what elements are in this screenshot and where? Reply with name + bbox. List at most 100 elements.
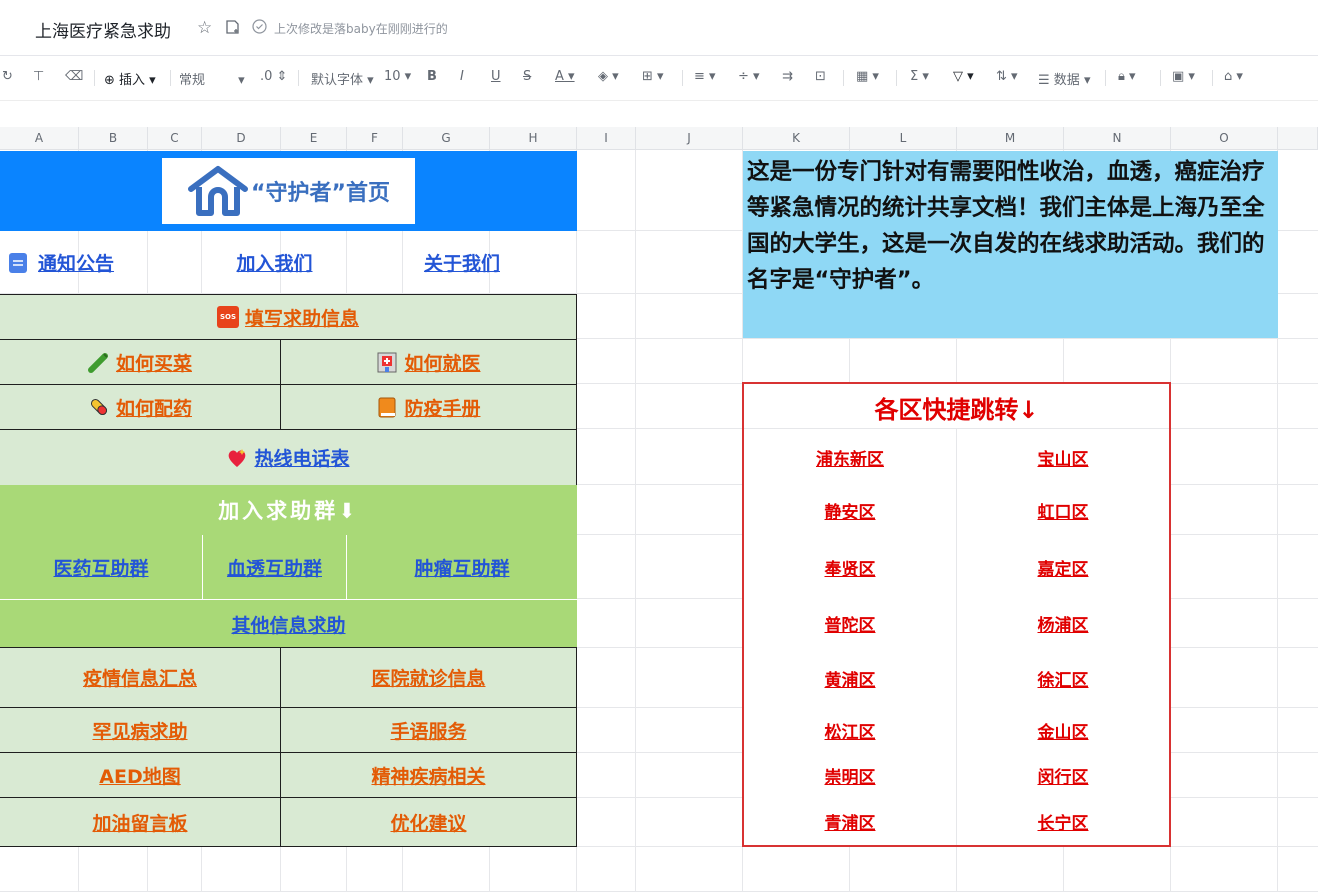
insert-button[interactable]: ⊕ 插入 ▾ — [104, 69, 156, 88]
district-link-hongkou[interactable]: 虹口区 — [1038, 498, 1089, 523]
buy-food-cell[interactable]: 如何买菜 — [0, 339, 281, 385]
suggestions-link[interactable]: 优化建议 — [390, 809, 466, 836]
borders-icon[interactable]: ⊞ ▾ — [642, 69, 664, 84]
hospital-info-link[interactable]: 医院就诊信息 — [371, 664, 485, 691]
see-doctor-link[interactable]: 如何就医 — [404, 349, 480, 376]
district-cell[interactable]: 黄浦区 — [744, 648, 956, 708]
format-painter-icon[interactable]: ⊤ — [33, 69, 44, 84]
about-link[interactable]: 关于我们 — [424, 249, 500, 276]
district-link-jingan[interactable]: 静安区 — [825, 498, 876, 523]
district-cell[interactable]: 闵行区 — [957, 753, 1169, 798]
sign-language-link[interactable]: 手语服务 — [390, 717, 466, 744]
add-folder-icon[interactable] — [225, 19, 241, 39]
other-help-link[interactable]: 其他信息求助 — [231, 611, 345, 638]
dialysis-group-link[interactable]: 血透互助群 — [227, 554, 322, 581]
column-header[interactable]: J — [636, 127, 743, 150]
see-doctor-cell[interactable]: 如何就医 — [280, 339, 577, 385]
join-link[interactable]: 加入我们 — [236, 249, 312, 276]
wrap-icon[interactable]: ⇉ — [782, 69, 793, 84]
column-header[interactable]: B — [79, 127, 148, 150]
sort-icon[interactable]: ⇅ ▾ — [996, 69, 1018, 84]
aed-map-link[interactable]: AED地图 — [99, 762, 180, 789]
column-header[interactable]: O — [1171, 127, 1278, 150]
district-link-yangpu[interactable]: 杨浦区 — [1038, 611, 1089, 636]
aed-map-cell[interactable]: AED地图 — [0, 752, 281, 798]
column-header[interactable]: D — [202, 127, 281, 150]
about-cell[interactable]: 关于我们 — [347, 231, 577, 294]
district-cell[interactable]: 青浦区 — [744, 798, 956, 845]
column-header[interactable]: H — [490, 127, 577, 150]
column-header[interactable]: G — [403, 127, 490, 150]
district-link-putuo[interactable]: 普陀区 — [825, 611, 876, 636]
rare-disease-cell[interactable]: 罕见病求助 — [0, 707, 281, 753]
district-link-pudong[interactable]: 浦东新区 — [816, 445, 884, 470]
spreadsheet-grid[interactable]: A B C D E F G H I J K L M N O “守护者”首页 通知… — [0, 127, 1318, 892]
district-cell[interactable]: 静安区 — [744, 485, 956, 535]
district-cell[interactable]: 虹口区 — [957, 485, 1169, 535]
district-link-huangpu[interactable]: 黄浦区 — [825, 666, 876, 691]
sum-icon[interactable]: Σ ▾ — [910, 69, 929, 84]
district-cell[interactable]: 长宁区 — [957, 798, 1169, 845]
underline-icon[interactable]: U — [491, 69, 501, 84]
fill-help-link[interactable]: 填写求助信息 — [245, 304, 359, 331]
dialysis-group-cell[interactable]: 血透互助群 — [202, 535, 347, 599]
mental-health-link[interactable]: 精神疾病相关 — [371, 762, 485, 789]
conditional-format-icon[interactable]: ▦ ▾ — [856, 69, 879, 84]
merge-icon[interactable]: ⊡ — [815, 69, 826, 84]
medicine-group-cell[interactable]: 医药互助群 — [0, 535, 202, 599]
other-help-cell[interactable]: 其他信息求助 — [0, 599, 577, 648]
star-icon[interactable]: ☆ — [197, 18, 212, 38]
bold-icon[interactable]: B — [427, 69, 437, 84]
column-header[interactable]: L — [850, 127, 957, 150]
fill-color-icon[interactable]: ◈ ▾ — [598, 69, 619, 84]
image-icon[interactable]: ▣ ▾ — [1172, 69, 1195, 84]
district-link-xuhui[interactable]: 徐汇区 — [1038, 666, 1089, 691]
district-link-jinshan[interactable]: 金山区 — [1038, 718, 1089, 743]
home-logo-box[interactable]: “守护者”首页 — [162, 158, 415, 224]
decimal-button[interactable]: .0 ⇕ — [260, 69, 287, 84]
fill-help-cell[interactable]: SOS 填写求助信息 — [0, 294, 577, 340]
align-icon[interactable]: ≡ ▾ — [694, 69, 716, 84]
tumor-group-cell[interactable]: 肿瘤互助群 — [347, 535, 577, 599]
district-link-fengxian[interactable]: 奉贤区 — [825, 555, 876, 580]
notice-cell[interactable]: 通知公告 — [0, 231, 202, 294]
district-cell[interactable]: 松江区 — [744, 708, 956, 753]
district-cell[interactable]: 奉贤区 — [744, 535, 956, 599]
column-header[interactable]: N — [1064, 127, 1171, 150]
column-header[interactable]: E — [281, 127, 347, 150]
suggestions-cell[interactable]: 优化建议 — [280, 797, 577, 847]
valign-icon[interactable]: ÷ ▾ — [738, 69, 760, 84]
district-cell[interactable]: 浦东新区 — [744, 429, 956, 485]
tumor-group-link[interactable]: 肿瘤互助群 — [414, 554, 509, 581]
medicine-group-link[interactable]: 医药互助群 — [53, 554, 148, 581]
epidemic-info-link[interactable]: 疫情信息汇总 — [83, 664, 197, 691]
message-board-cell[interactable]: 加油留言板 — [0, 797, 281, 847]
district-link-minhang[interactable]: 闵行区 — [1038, 763, 1089, 788]
redo-icon[interactable]: ↻ — [2, 69, 13, 84]
mental-health-cell[interactable]: 精神疾病相关 — [280, 752, 577, 798]
hospital-info-cell[interactable]: 医院就诊信息 — [280, 647, 577, 708]
italic-icon[interactable]: I — [460, 69, 464, 84]
district-cell[interactable]: 普陀区 — [744, 599, 956, 648]
sign-language-cell[interactable]: 手语服务 — [280, 707, 577, 753]
column-header[interactable]: A — [0, 127, 79, 150]
medicine-cell[interactable]: 如何配药 — [0, 384, 281, 430]
font-dropdown[interactable]: 默认字体 ▾ — [311, 69, 374, 88]
buy-food-link[interactable]: 如何买菜 — [116, 349, 192, 376]
filter-icon[interactable]: ▽ ▾ — [953, 69, 974, 84]
column-header[interactable] — [1278, 127, 1318, 150]
document-title[interactable]: 上海医疗紧急求助 — [35, 17, 171, 42]
manual-cell[interactable]: 防疫手册 — [280, 384, 577, 430]
notice-link[interactable]: 通知公告 — [38, 249, 114, 276]
district-cell[interactable]: 金山区 — [957, 708, 1169, 753]
hotline-cell[interactable]: 热线电话表 — [0, 429, 577, 486]
epidemic-info-cell[interactable]: 疫情信息汇总 — [0, 647, 281, 708]
district-cell[interactable]: 嘉定区 — [957, 535, 1169, 599]
message-board-link[interactable]: 加油留言板 — [92, 809, 187, 836]
data-menu[interactable]: ☰ 数据 ▾ — [1038, 69, 1090, 88]
eraser-icon[interactable]: ⌫ — [65, 69, 83, 84]
district-link-baoshan[interactable]: 宝山区 — [1038, 445, 1089, 470]
column-header[interactable]: M — [957, 127, 1064, 150]
manual-link[interactable]: 防疫手册 — [404, 394, 480, 421]
district-link-chongming[interactable]: 崇明区 — [825, 763, 876, 788]
